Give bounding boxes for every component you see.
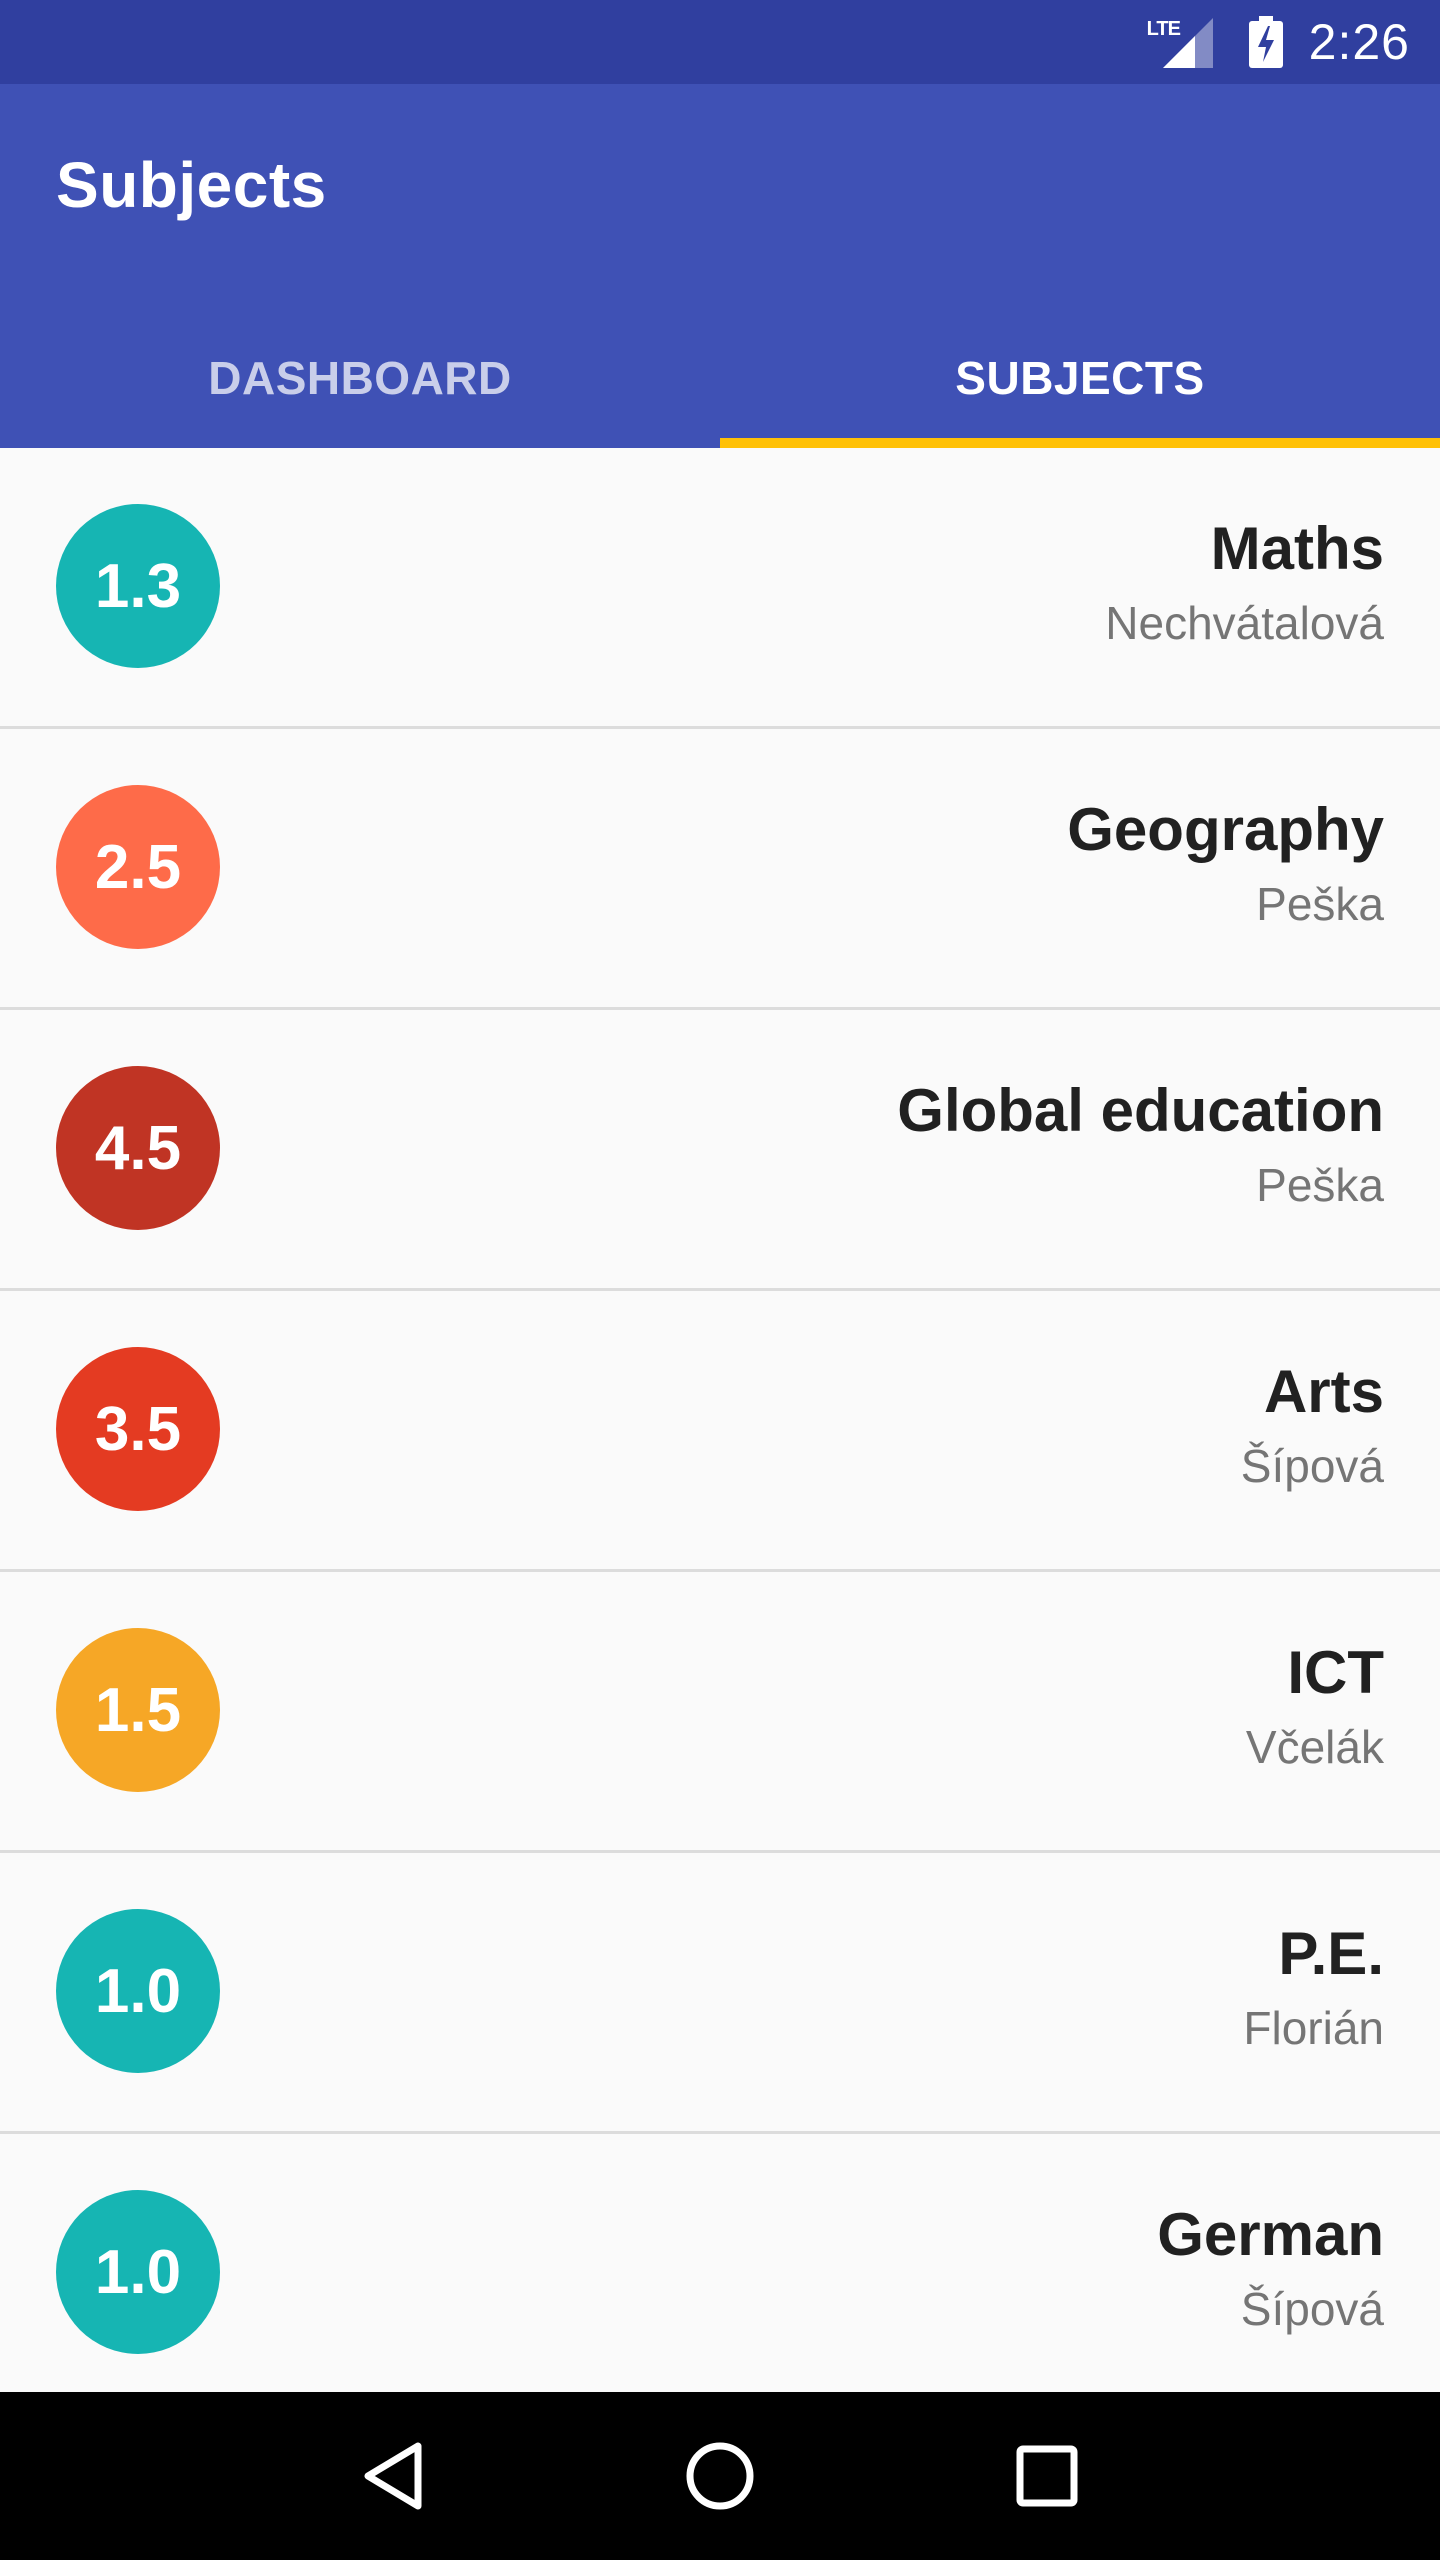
grade-badge: 1.5 bbox=[56, 1628, 220, 1792]
subject-name: ICT bbox=[1287, 1639, 1384, 1706]
app-bar: Subjects DASHBOARD SUBJECTS bbox=[0, 84, 1440, 448]
grade-badge: 3.5 bbox=[56, 1347, 220, 1511]
recents-button[interactable] bbox=[997, 2426, 1097, 2526]
teacher-name: Nechvátalová bbox=[1105, 597, 1384, 649]
teacher-name: Šípová bbox=[1240, 2283, 1384, 2335]
subject-name: Global education bbox=[897, 1077, 1384, 1144]
recents-icon bbox=[1016, 2445, 1078, 2507]
tab-subjects[interactable]: SUBJECTS bbox=[720, 308, 1440, 448]
subject-name: Geography bbox=[1067, 796, 1384, 863]
subject-row-arts[interactable]: 3.5 Arts Šípová bbox=[0, 1291, 1440, 1572]
signal-indicator: LTE bbox=[1147, 16, 1213, 68]
subject-name: Arts bbox=[1263, 1358, 1384, 1425]
subject-name: Maths bbox=[1210, 515, 1384, 582]
network-type-label: LTE bbox=[1146, 18, 1181, 40]
grade-badge: 2.5 bbox=[56, 785, 220, 949]
system-navigation-bar bbox=[0, 2392, 1440, 2560]
teacher-name: Včelák bbox=[1245, 1721, 1384, 1773]
clock: 2:26 bbox=[1308, 14, 1410, 70]
teacher-name: Peška bbox=[1256, 1159, 1384, 1211]
teacher-name: Peška bbox=[1256, 878, 1384, 930]
subject-row-ict[interactable]: 1.5 ICT Včelák bbox=[0, 1572, 1440, 1853]
tab-label: SUBJECTS bbox=[955, 352, 1205, 404]
grade-badge: 4.5 bbox=[56, 1066, 220, 1230]
subject-row-maths[interactable]: 1.3 Maths Nechvátalová bbox=[0, 448, 1440, 729]
home-icon bbox=[686, 2442, 754, 2510]
tab-label: DASHBOARD bbox=[208, 352, 512, 404]
status-bar: LTE 2:26 bbox=[0, 0, 1440, 84]
teacher-name: Šípová bbox=[1240, 1440, 1384, 1492]
back-icon bbox=[364, 2442, 422, 2510]
battery-charging-icon bbox=[1248, 16, 1283, 68]
teacher-name: Florián bbox=[1243, 2002, 1384, 2054]
subject-name: P.E. bbox=[1278, 1920, 1384, 1987]
subject-row-pe[interactable]: 1.0 P.E. Florián bbox=[0, 1853, 1440, 2134]
tab-bar: DASHBOARD SUBJECTS bbox=[0, 308, 1440, 448]
subject-list[interactable]: 1.3 Maths Nechvátalová 2.5 Geography Peš… bbox=[0, 448, 1440, 2392]
page-title: Subjects bbox=[56, 149, 327, 221]
tab-dashboard[interactable]: DASHBOARD bbox=[0, 308, 720, 448]
subject-row-geography[interactable]: 2.5 Geography Peška bbox=[0, 729, 1440, 1010]
grade-badge: 1.3 bbox=[56, 504, 220, 668]
subject-row-global-education[interactable]: 4.5 Global education Peška bbox=[0, 1010, 1440, 1291]
subject-name: German bbox=[1157, 2201, 1384, 2268]
grade-badge: 1.0 bbox=[56, 2190, 220, 2354]
subject-row-german[interactable]: 1.0 German Šípová bbox=[0, 2134, 1440, 2392]
tab-indicator bbox=[720, 438, 1440, 448]
home-button[interactable] bbox=[670, 2426, 770, 2526]
grade-badge: 1.0 bbox=[56, 1909, 220, 2073]
back-button[interactable] bbox=[343, 2426, 443, 2526]
